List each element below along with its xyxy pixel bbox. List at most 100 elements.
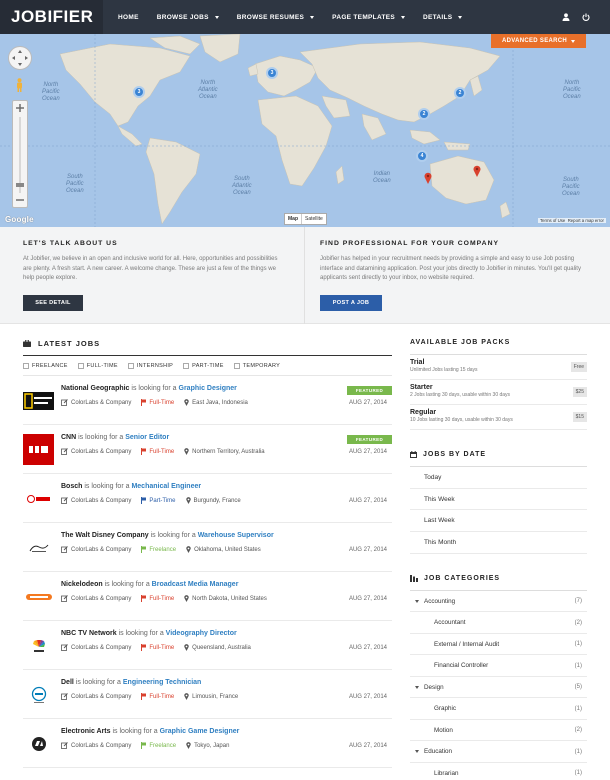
report-error-link[interactable]: Report a map error — [568, 218, 604, 223]
advanced-search-button[interactable]: ADVANCED SEARCH — [491, 34, 586, 48]
job-row[interactable]: Nickelodeon is looking for a Broadcast M… — [23, 572, 392, 621]
job-row[interactable]: Electronic Arts is looking for a Graphic… — [23, 719, 392, 768]
job-pack-regular[interactable]: Regular 10 Jobs lasting 30 days, usable w… — [410, 405, 587, 430]
map-cluster-marker[interactable]: 2 — [454, 87, 466, 99]
ea-logo[interactable] — [23, 728, 54, 759]
company-name[interactable]: NBC TV Network — [61, 630, 117, 637]
menu-browse-jobs[interactable]: BROWSE JOBS — [148, 0, 228, 34]
filter-freelance[interactable]: FREELANCE — [23, 363, 68, 369]
map-type-satellite[interactable]: Satellite — [301, 214, 326, 224]
job-row[interactable]: Dell is looking for a Engineering Techni… — [23, 670, 392, 719]
job-row[interactable]: Bosch is looking for a Mechanical Engine… — [23, 474, 392, 523]
date-this-week-link[interactable]: This Week — [410, 489, 587, 511]
world-map[interactable]: North Pacific Ocean North Atlantic Ocean Sou… — [0, 34, 610, 227]
company-name[interactable]: National Geographic — [61, 385, 129, 392]
map-cluster-marker[interactable]: 3 — [266, 67, 278, 79]
job-row[interactable]: CNN is looking for a Senior Editor ColorL… — [23, 425, 392, 474]
menu-home[interactable]: HOME — [109, 0, 148, 34]
company-name[interactable]: The Walt Disney Company — [61, 532, 149, 539]
map-type-map[interactable]: Map — [285, 214, 301, 224]
agency-name[interactable]: ColorLabs & Company — [71, 596, 131, 602]
map-cluster-marker[interactable]: 2 — [418, 108, 430, 120]
agency-name[interactable]: ColorLabs & Company — [71, 743, 131, 749]
flag-icon — [141, 399, 147, 406]
job-position-link[interactable]: Graphic Game Designer — [160, 728, 240, 735]
terms-link[interactable]: Terms of Use — [540, 218, 565, 223]
date-last-week-link[interactable]: Last Week — [410, 510, 587, 533]
agency-name[interactable]: ColorLabs & Company — [71, 645, 131, 651]
agency-name[interactable]: ColorLabs & Company — [71, 449, 131, 455]
map-pin-icon[interactable] — [424, 172, 432, 184]
job-position-link[interactable]: Graphic Designer — [179, 385, 237, 392]
agency-name[interactable]: ColorLabs & Company — [71, 400, 131, 406]
category-item[interactable]: Education (1) — [410, 741, 587, 763]
subcategory-item[interactable]: Financial Controller (1) — [410, 655, 587, 677]
job-row[interactable]: National Geographic is looking for a Gra… — [23, 376, 392, 425]
subcategory-item[interactable]: Accountant (2) — [410, 612, 587, 634]
post-job-button[interactable]: POST A JOB — [320, 294, 382, 311]
see-detail-button[interactable]: SEE DETAIL — [23, 294, 83, 311]
expand-icon[interactable] — [415, 685, 419, 689]
checkbox[interactable] — [183, 363, 190, 369]
company-name[interactable]: Nickelodeon — [61, 581, 103, 588]
job-position-link[interactable]: Broadcast Media Manager — [152, 581, 239, 588]
date-this-month-link[interactable]: This Month — [410, 532, 587, 554]
agency-name[interactable]: ColorLabs & Company — [71, 547, 131, 553]
subcategory-item[interactable]: Graphic (1) — [410, 698, 587, 720]
job-pack-starter[interactable]: Starter 2 Jobs lasting 30 days, usable wi… — [410, 380, 587, 405]
company-name[interactable]: CNN — [61, 434, 76, 441]
job-row[interactable]: NBC TV Network is looking for a Videogra… — [23, 621, 392, 670]
dell-logo[interactable] — [23, 679, 54, 710]
company-name[interactable]: Bosch — [61, 483, 82, 490]
map-cluster-marker[interactable]: 3 — [133, 86, 145, 98]
agency-name[interactable]: ColorLabs & Company — [71, 498, 131, 504]
subcategory-item[interactable]: Librarian (1) — [410, 763, 587, 780]
job-position-link[interactable]: Engineering Technician — [123, 679, 201, 686]
bosch-logo[interactable] — [23, 483, 54, 514]
expand-icon[interactable] — [415, 599, 419, 603]
checkbox[interactable] — [127, 363, 134, 369]
location-meta: Oklahoma, United States — [186, 546, 261, 553]
category-item[interactable]: Accounting (7) — [410, 591, 587, 613]
nickelodeon-logo[interactable] — [23, 581, 54, 612]
job-position-link[interactable]: Mechanical Engineer — [131, 483, 201, 490]
map-cluster-marker[interactable]: 4 — [416, 150, 428, 162]
job-position-link[interactable]: Warehouse Supervisor — [198, 532, 274, 539]
filter-full-time[interactable]: FULL-TIME — [77, 363, 118, 369]
subcategory-item[interactable]: External / Internal Audit (1) — [410, 634, 587, 656]
job-location: North Dakota, United States — [192, 595, 267, 602]
checkbox[interactable] — [77, 363, 84, 369]
company-name[interactable]: Electronic Arts — [61, 728, 111, 735]
job-packs: Trial Unlimited Jobs lasting 15 days Free … — [410, 355, 587, 430]
date-today-link[interactable]: Today — [410, 467, 587, 489]
filter-temporary[interactable]: TEMPORARY — [233, 363, 280, 369]
map-pan-control[interactable] — [8, 46, 32, 70]
checkbox[interactable] — [23, 363, 29, 369]
job-position-link[interactable]: Videography Director — [166, 630, 237, 637]
map-zoom-slider[interactable] — [12, 100, 28, 208]
menu-details[interactable]: DETAILS — [414, 0, 471, 34]
nbc-logo[interactable] — [23, 630, 54, 661]
user-icon[interactable] — [556, 0, 576, 34]
job-pack-trial[interactable]: Trial Unlimited Jobs lasting 15 days Free — [410, 355, 587, 380]
company-name[interactable]: Dell — [61, 679, 74, 686]
job-row[interactable]: The Walt Disney Company is looking for a… — [23, 523, 392, 572]
expand-icon[interactable] — [415, 750, 419, 754]
site-logo[interactable]: JOBIFIER — [0, 0, 103, 34]
job-headline: National Geographic is looking for a Gra… — [61, 385, 237, 392]
job-position-link[interactable]: Senior Editor — [125, 434, 169, 441]
power-icon[interactable] — [576, 0, 596, 34]
menu-page-templates[interactable]: PAGE TEMPLATES — [323, 0, 414, 34]
checkbox[interactable] — [233, 363, 240, 369]
pegman-icon[interactable] — [15, 78, 24, 92]
filter-part-time[interactable]: PART-TIME — [183, 363, 224, 369]
menu-browse-resumes[interactable]: BROWSE RESUMES — [228, 0, 323, 34]
category-item[interactable]: Design (5) — [410, 677, 587, 699]
subcategory-item[interactable]: Motion (2) — [410, 720, 587, 742]
agency-name[interactable]: ColorLabs & Company — [71, 694, 131, 700]
filter-internship[interactable]: INTERNSHIP — [127, 363, 173, 369]
map-pin-icon[interactable] — [473, 165, 481, 177]
cnn-logo[interactable] — [23, 434, 54, 465]
natgeo-logo[interactable] — [23, 385, 54, 416]
disney-logo[interactable] — [23, 532, 54, 563]
